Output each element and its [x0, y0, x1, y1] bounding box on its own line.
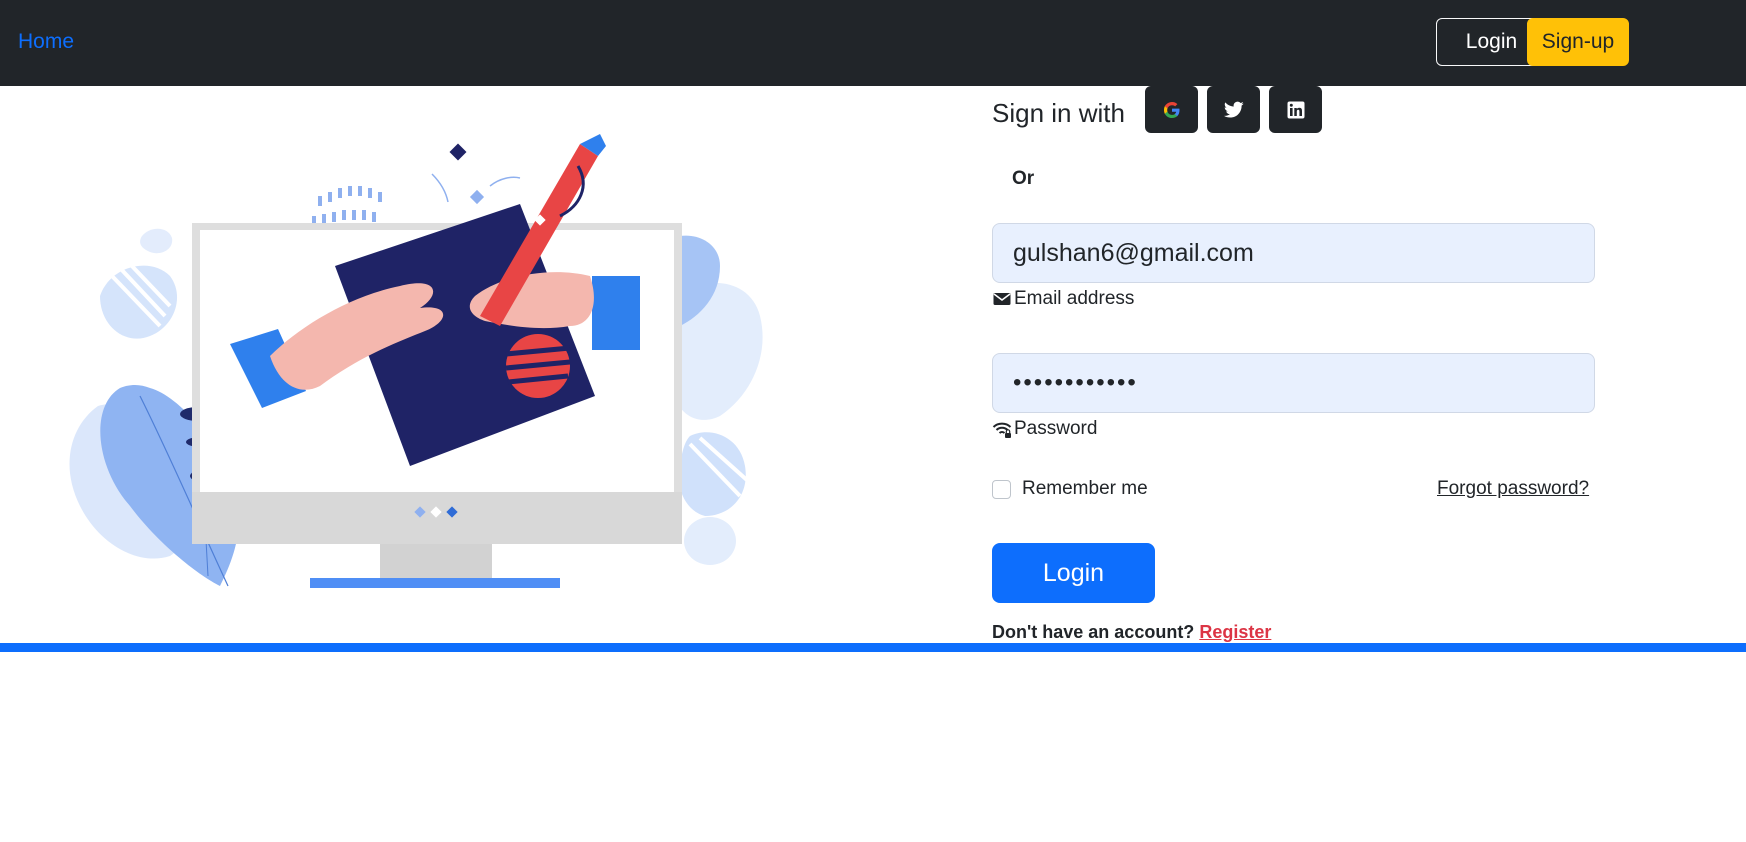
remember-me-label: Remember me [1022, 478, 1148, 499]
email-field-label: Email address [992, 288, 1134, 310]
linkedin-icon [1287, 101, 1304, 118]
footer-divider-bar [0, 643, 1746, 652]
email-label-text: Email address [1014, 288, 1135, 309]
forgot-password-link[interactable]: Forgot password? [1437, 478, 1589, 500]
signin-with-label: Sign in with [992, 98, 1125, 128]
login-illustration [69, 134, 763, 588]
no-account-text: Don't have an account? [992, 622, 1195, 642]
wifi-lock-icon [992, 422, 1012, 438]
envelope-icon [993, 293, 1011, 305]
email-input[interactable]: gulshan6@gmail.com [992, 223, 1595, 283]
remember-me-row[interactable]: Remember me [992, 478, 1148, 500]
navbar: Home Login Sign-up [0, 0, 1746, 86]
or-divider-text: Or [1012, 168, 1035, 189]
no-account-prompt: Don't have an account? Register [992, 622, 1271, 643]
login-submit-button[interactable]: Login [992, 543, 1155, 603]
linkedin-signin-button[interactable] [1269, 86, 1322, 133]
nav-signup-button[interactable]: Sign-up [1527, 18, 1629, 66]
remember-me-checkbox[interactable] [992, 479, 1011, 499]
password-input[interactable]: •••••••••••• [992, 353, 1595, 413]
twitter-icon [1223, 101, 1244, 117]
password-label-text: Password [1014, 418, 1098, 439]
google-icon [1163, 101, 1179, 118]
google-signin-button[interactable] [1145, 86, 1198, 133]
twitter-signin-button[interactable] [1207, 86, 1260, 133]
password-field-label: Password [992, 418, 1097, 440]
home-link[interactable]: Home [18, 30, 74, 54]
register-link[interactable]: Register [1199, 622, 1271, 642]
